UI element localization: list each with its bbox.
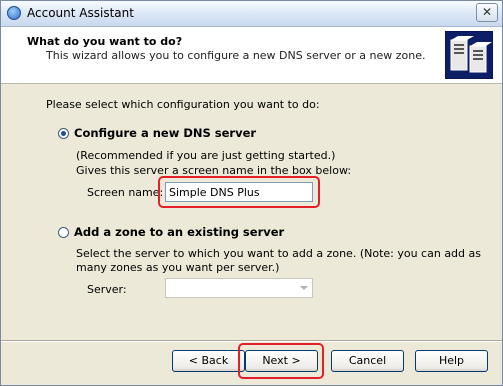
next-button-highlight <box>238 343 324 379</box>
window-title: Account Assistant <box>27 6 134 20</box>
option-add-zone-desc-1: Select the server to which you want to a… <box>76 247 481 260</box>
option-new-server-desc-1: (Recommended if you are just getting sta… <box>76 149 336 162</box>
option-add-zone-desc-2: many zones as you want per server.) <box>76 261 280 274</box>
radio-new-dns-server[interactable] <box>58 128 69 139</box>
screen-name-highlight <box>158 176 320 208</box>
wizard-header: What do you want to do? This wizard allo… <box>1 27 502 84</box>
close-button[interactable]: ✕ <box>476 3 498 22</box>
app-icon <box>7 6 21 20</box>
option-new-dns-server-label[interactable]: Configure a new DNS server <box>74 126 256 140</box>
dns-servers-icon <box>445 31 493 79</box>
chevron-down-icon <box>300 286 308 290</box>
title-bar: Account Assistant ✕ <box>1 1 502 27</box>
back-button[interactable]: < Back <box>172 350 245 372</box>
header-title: What do you want to do? <box>27 35 183 48</box>
radio-add-zone[interactable] <box>58 227 69 238</box>
wizard-content: Please select which configuration you wa… <box>1 84 502 385</box>
help-button[interactable]: Help <box>415 350 488 372</box>
cancel-button[interactable]: Cancel <box>331 350 404 372</box>
header-subtitle: This wizard allows you to configure a ne… <box>46 49 426 62</box>
screen-name-label: Screen name: <box>87 186 164 199</box>
server-select[interactable] <box>165 278 313 298</box>
wizard-window: Account Assistant ✕ What do you want to … <box>0 0 503 386</box>
option-add-zone-label[interactable]: Add a zone to an existing server <box>74 225 284 239</box>
prompt-text: Please select which configuration you wa… <box>46 98 320 111</box>
server-label: Server: <box>87 283 127 296</box>
button-divider <box>1 340 502 342</box>
